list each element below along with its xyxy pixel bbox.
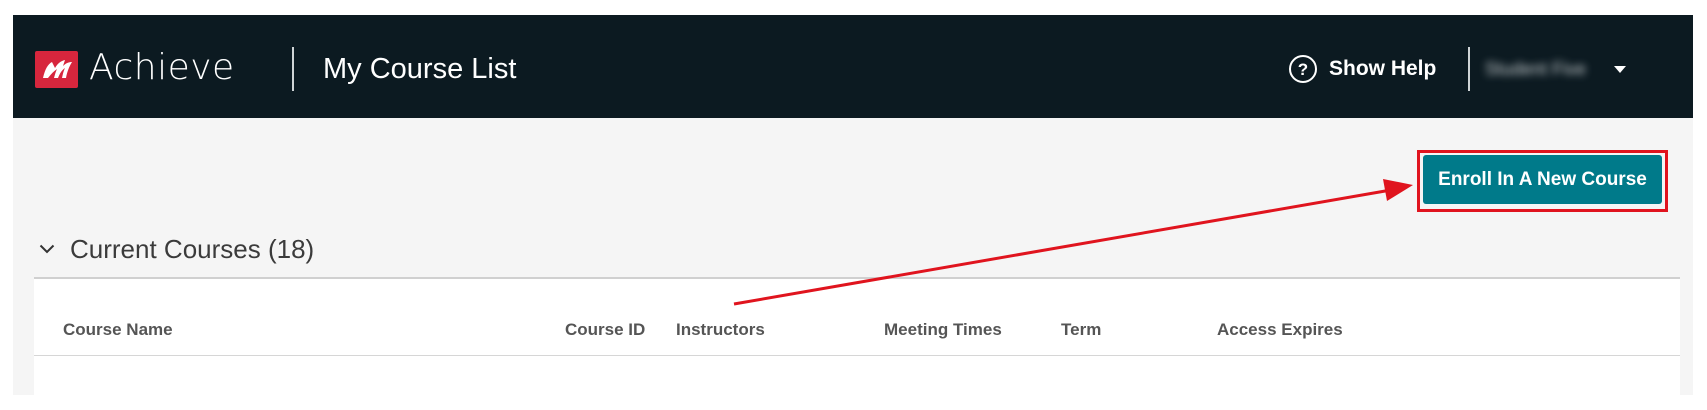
- show-help-label: Show Help: [1329, 57, 1437, 80]
- column-header-course-name[interactable]: Course Name: [63, 320, 173, 340]
- section-title: Current Courses (18): [70, 233, 315, 264]
- app-frame: Achieve My Course List ? Show Help Stude…: [13, 15, 1693, 395]
- column-header-term[interactable]: Term: [1061, 320, 1101, 340]
- caret-down-icon: [1614, 65, 1627, 73]
- column-header-course-id[interactable]: Course ID: [565, 320, 645, 340]
- chevron-down-icon: [39, 244, 55, 254]
- table-header-divider: [34, 355, 1680, 356]
- top-header: Achieve My Course List ? Show Help Stude…: [13, 15, 1693, 118]
- current-courses-toggle[interactable]: Current Courses (18): [39, 231, 314, 267]
- column-header-access-expires[interactable]: Access Expires: [1217, 320, 1343, 340]
- enroll-new-course-button[interactable]: Enroll In A New Course: [1423, 155, 1662, 204]
- page-title: My Course List: [323, 53, 517, 85]
- macmillan-logo-icon: [35, 51, 78, 88]
- question-circle-icon: ?: [1289, 55, 1317, 83]
- user-name: Student Five: [1485, 58, 1587, 79]
- header-divider: [292, 47, 294, 91]
- brand-wordmark[interactable]: Achieve: [89, 45, 235, 91]
- user-menu-button[interactable]: Student Five: [1485, 52, 1627, 86]
- courses-table: Course Name Course ID Instructors Meetin…: [34, 279, 1680, 395]
- header-divider-right: [1468, 47, 1470, 91]
- column-header-meeting-times[interactable]: Meeting Times: [884, 320, 1002, 340]
- column-header-instructors[interactable]: Instructors: [676, 320, 765, 340]
- show-help-button[interactable]: ? Show Help: [1289, 49, 1436, 89]
